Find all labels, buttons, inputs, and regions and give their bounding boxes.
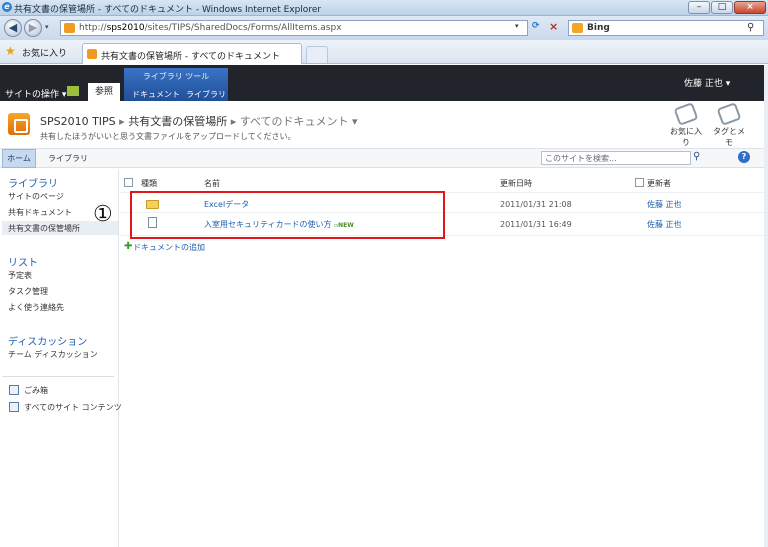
column-name[interactable]: 名前: [204, 178, 220, 189]
user-menu[interactable]: 佐藤 正也 ▾: [684, 76, 730, 89]
web-search-field[interactable]: Bing ⚲: [568, 20, 764, 36]
close-button[interactable]: ×: [734, 1, 766, 14]
list-item-modified: 2011/01/31 21:08: [500, 200, 572, 209]
site-logo-icon[interactable]: [8, 113, 30, 135]
nav-shared-storage[interactable]: 共有文書の保管場所: [8, 223, 80, 234]
nav-discussions-heading[interactable]: ディスカッション: [8, 333, 87, 348]
url-prefix: http://: [79, 23, 107, 33]
favorites-tag-label: お気に入り: [670, 127, 702, 147]
recycle-bin-icon: [9, 385, 19, 395]
nav-lists-heading[interactable]: リスト: [8, 254, 38, 269]
bing-icon: [572, 23, 583, 33]
nav-recycle-bin[interactable]: ごみ箱: [24, 385, 48, 396]
nav-contacts[interactable]: よく使う連絡先: [8, 302, 64, 313]
library-description: 共有したほうがいいと思う文書ファイルをアップロードしてください。: [40, 132, 296, 141]
site-search-placeholder: このサイトを検索...: [545, 154, 617, 163]
select-all-checkbox[interactable]: [124, 178, 133, 187]
minimize-button[interactable]: –: [688, 1, 710, 14]
list-item-modified-by[interactable]: 佐藤 正也: [647, 199, 682, 210]
tab-browse[interactable]: 参照: [88, 83, 120, 101]
all-site-content-icon: [9, 402, 19, 412]
notes-icon: [716, 102, 742, 126]
nav-tasks[interactable]: タスク管理: [8, 286, 48, 297]
tab-documents[interactable]: ドキュメント: [132, 89, 180, 100]
help-icon[interactable]: ?: [738, 151, 750, 163]
tags-notes-label: タグとメモ: [713, 127, 745, 147]
tab-favicon-icon: [87, 49, 97, 59]
stop-icon[interactable]: ×: [549, 20, 558, 33]
favorites-button[interactable]: お気に入り: [22, 46, 67, 59]
maximize-button[interactable]: □: [711, 1, 733, 14]
page-header: SPS2010 TIPS ▸ 共有文書の保管場所 ▸ すべてのドキュメント ▾ …: [0, 101, 768, 149]
column-modified-by[interactable]: 更新者: [647, 178, 671, 189]
search-icon[interactable]: ⚲: [747, 22, 754, 33]
sharepoint-ribbon: サイトの操作 ▾ 参照 ライブラリ ツール ドキュメント ライブラリ 佐藤 正也…: [0, 65, 768, 101]
highlight-box: [130, 191, 445, 239]
add-document-link[interactable]: ドキュメントの追加: [133, 242, 205, 253]
breadcrumb-separator: ▸: [230, 115, 237, 128]
nav-calendar[interactable]: 予定表: [8, 270, 32, 281]
url-field[interactable]: http://sps2010/sites/TIPS/SharedDocs/For…: [60, 20, 528, 36]
modified-by-filter-checkbox[interactable]: [635, 178, 644, 187]
search-engine-label: Bing: [587, 23, 610, 33]
breadcrumb-separator: ▸: [119, 115, 125, 128]
url-dropdown-icon[interactable]: ▾: [515, 22, 519, 30]
back-button[interactable]: ◀: [4, 19, 22, 37]
history-dropdown-icon[interactable]: ▾: [45, 23, 49, 31]
navigate-up-icon[interactable]: [67, 86, 79, 96]
tab-library[interactable]: ライブラリ: [186, 89, 226, 100]
tab-title: 共有文書の保管場所 - すべてのドキュメント: [101, 52, 280, 62]
favorites-tag-button[interactable]: お気に入り: [668, 102, 704, 148]
list-item-modified: 2011/01/31 16:49: [500, 220, 572, 229]
breadcrumb: SPS2010 TIPS ▸ 共有文書の保管場所 ▸ すべてのドキュメント ▾: [40, 113, 358, 129]
forward-button[interactable]: ▶: [24, 19, 42, 37]
url-host: sps2010: [106, 23, 145, 33]
refresh-icon[interactable]: ⟳: [532, 21, 540, 31]
add-icon[interactable]: ✚: [124, 241, 132, 252]
nav-home[interactable]: ホーム: [2, 149, 36, 168]
browser-tab[interactable]: 共有文書の保管場所 - すべてのドキュメント: [82, 43, 302, 64]
new-tab-button[interactable]: [306, 46, 328, 63]
favorites-bar: ★ お気に入り 共有文書の保管場所 - すべてのドキュメント: [0, 40, 768, 64]
list-item-modified-by[interactable]: 佐藤 正也: [647, 219, 682, 230]
nav-divider: [2, 376, 114, 377]
nav-team-discussion[interactable]: チーム ディスカッション: [8, 349, 98, 360]
site-search-icon[interactable]: ⚲: [693, 151, 700, 162]
library-tools-group: ライブラリ ツール ドキュメント ライブラリ: [124, 68, 228, 101]
site-search-input[interactable]: このサイトを検索...: [541, 151, 691, 165]
view-selector[interactable]: すべてのドキュメント ▾: [240, 115, 358, 128]
site-actions-menu[interactable]: サイトの操作 ▾: [5, 87, 66, 100]
address-toolbar: ◀ ▶ ▾ http://sps2010/sites/TIPS/SharedDo…: [0, 16, 768, 40]
library-tools-label: ライブラリ ツール: [142, 72, 210, 81]
nav-site-pages[interactable]: サイトのページ: [8, 191, 64, 202]
breadcrumb-site[interactable]: SPS2010 TIPS: [40, 115, 116, 128]
sharepoint-favicon-icon: [64, 23, 75, 33]
window-title-bar: e 共有文書の保管場所 - すべてのドキュメント - Windows Inter…: [0, 0, 768, 16]
window-title: 共有文書の保管場所 - すべてのドキュメント - Windows Interne…: [14, 5, 322, 15]
tag-icon: [673, 102, 699, 126]
ie-icon: e: [2, 2, 12, 12]
nav-all-site-content[interactable]: すべてのサイト コンテンツ: [24, 402, 122, 413]
column-type[interactable]: 種類: [141, 178, 157, 189]
tags-notes-button[interactable]: タグとメモ: [711, 102, 747, 148]
breadcrumb-library[interactable]: 共有文書の保管場所: [128, 115, 227, 128]
nav-shared-documents[interactable]: 共有ドキュメント: [8, 207, 72, 218]
url-path: /sites/TIPS/SharedDocs/Forms/AllItems.as…: [144, 23, 342, 33]
nav-libraries-heading[interactable]: ライブラリ: [8, 175, 58, 190]
nav-libraries[interactable]: ライブラリ: [48, 153, 88, 164]
top-navigation: ホーム ライブラリ このサイトを検索... ⚲ ?: [0, 149, 768, 168]
window-right-border: [764, 65, 768, 547]
column-modified[interactable]: 更新日時: [500, 178, 532, 189]
annotation-number: ①: [93, 202, 113, 227]
star-icon[interactable]: ★: [5, 44, 16, 58]
